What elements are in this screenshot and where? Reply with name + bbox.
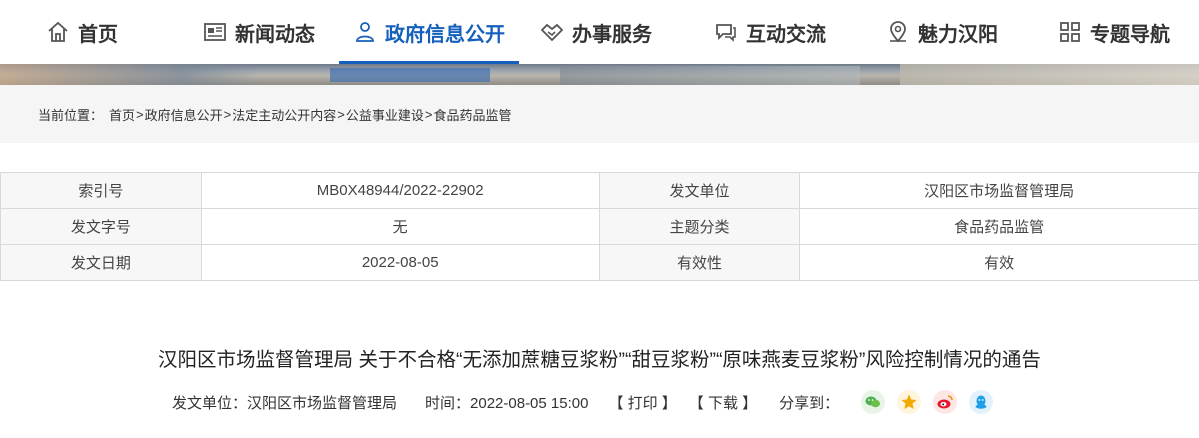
breadcrumb-label: 当前位置： (38, 108, 104, 123)
publish-time: 时间：2022-08-05 15:00 (425, 394, 589, 412)
nav-item-label: 专题导航 (1090, 23, 1170, 46)
nav-item-home[interactable]: 首页 (46, 0, 118, 64)
table-row: 索引号 MB0X48944/2022-22902 发文单位 汉阳区市场监督管理局 (0, 172, 1199, 209)
chat-icon (714, 20, 738, 44)
home-icon (46, 20, 70, 44)
top-nav: 首页 新闻动态 政府信息公开 办事服务 互动交流 魅力汉阳 专题导航 (0, 0, 1199, 64)
breadcrumb-legal-disclosure[interactable]: 法定主动公开内容 (232, 105, 336, 124)
doc-date-value: 2022-08-05 (200, 244, 600, 281)
print-button[interactable]: 【 打印 】 (608, 392, 676, 413)
breadcrumb: 当前位置： 首页 > 政府信息公开 > 法定主动公开内容 > 公益事业建设 > … (38, 105, 512, 124)
breadcrumb-public-welfare[interactable]: 公益事业建设 (346, 105, 424, 124)
nav-item-label: 互动交流 (746, 23, 826, 46)
nav-item-gov-info[interactable]: 政府信息公开 (339, 0, 519, 64)
doc-date-key: 发文日期 (0, 244, 202, 281)
category-value: 食品药品监管 (799, 208, 1199, 245)
nav-item-news[interactable]: 新闻动态 (203, 0, 315, 64)
issuer-key: 发文单位 (598, 172, 801, 209)
share-label: 分享到： (779, 394, 840, 412)
document-info-table: 索引号 MB0X48944/2022-22902 发文单位 汉阳区市场监督管理局… (0, 172, 1199, 281)
nav-item-charm[interactable]: 魅力汉阳 (886, 0, 998, 64)
nav-item-label: 新闻动态 (235, 23, 315, 46)
breadcrumb-gov-info[interactable]: 政府信息公开 (145, 105, 223, 124)
breadcrumb-home[interactable]: 首页 (109, 105, 135, 124)
table-row: 发文日期 2022-08-05 有效性 有效 (0, 244, 1199, 281)
nav-item-interaction[interactable]: 互动交流 (714, 0, 826, 64)
index-number-key: 索引号 (0, 172, 202, 209)
grid-icon (1058, 20, 1082, 44)
nav-item-label: 政府信息公开 (385, 23, 505, 46)
validity-value: 有效 (799, 244, 1199, 281)
index-number-value: MB0X48944/2022-22902 (200, 172, 600, 209)
doc-number-key: 发文字号 (0, 208, 202, 245)
category-key: 主题分类 (598, 208, 801, 245)
nav-item-services[interactable]: 办事服务 (540, 0, 652, 64)
doc-number-value: 无 (200, 208, 600, 245)
handshake-icon (540, 20, 564, 44)
issuer-value: 汉阳区市场监督管理局 (799, 172, 1199, 209)
nav-item-label: 首页 (78, 23, 118, 46)
qq-icon[interactable] (969, 390, 994, 414)
article-meta: 发文单位：汉阳区市场监督管理局 时间：2022-08-05 15:00 【 打印… (172, 390, 1005, 414)
banner-image (0, 64, 1199, 85)
nav-item-label: 魅力汉阳 (918, 23, 998, 46)
news-icon (203, 20, 227, 44)
person-icon (353, 20, 377, 44)
nav-item-topics[interactable]: 专题导航 (1058, 0, 1170, 64)
weibo-icon[interactable] (933, 390, 958, 414)
validity-key: 有效性 (598, 244, 801, 281)
wechat-icon[interactable] (861, 390, 886, 414)
article-title: 汉阳区市场监督管理局 关于不合格“无添加蔗糖豆浆粉”“甜豆浆粉”“原味燕麦豆浆粉… (158, 349, 1041, 371)
breadcrumb-bar: 当前位置： 首页 > 政府信息公开 > 法定主动公开内容 > 公益事业建设 > … (0, 85, 1199, 143)
breadcrumb-food-drug[interactable]: 食品药品监管 (433, 105, 511, 124)
table-row: 发文字号 无 主题分类 食品药品监管 (0, 208, 1199, 245)
publisher-text: 发文单位：汉阳区市场监督管理局 (172, 394, 398, 412)
qzone-icon[interactable] (897, 390, 922, 414)
location-icon (886, 20, 910, 44)
download-button[interactable]: 【 下载 】 (689, 392, 757, 413)
nav-item-label: 办事服务 (572, 23, 652, 46)
